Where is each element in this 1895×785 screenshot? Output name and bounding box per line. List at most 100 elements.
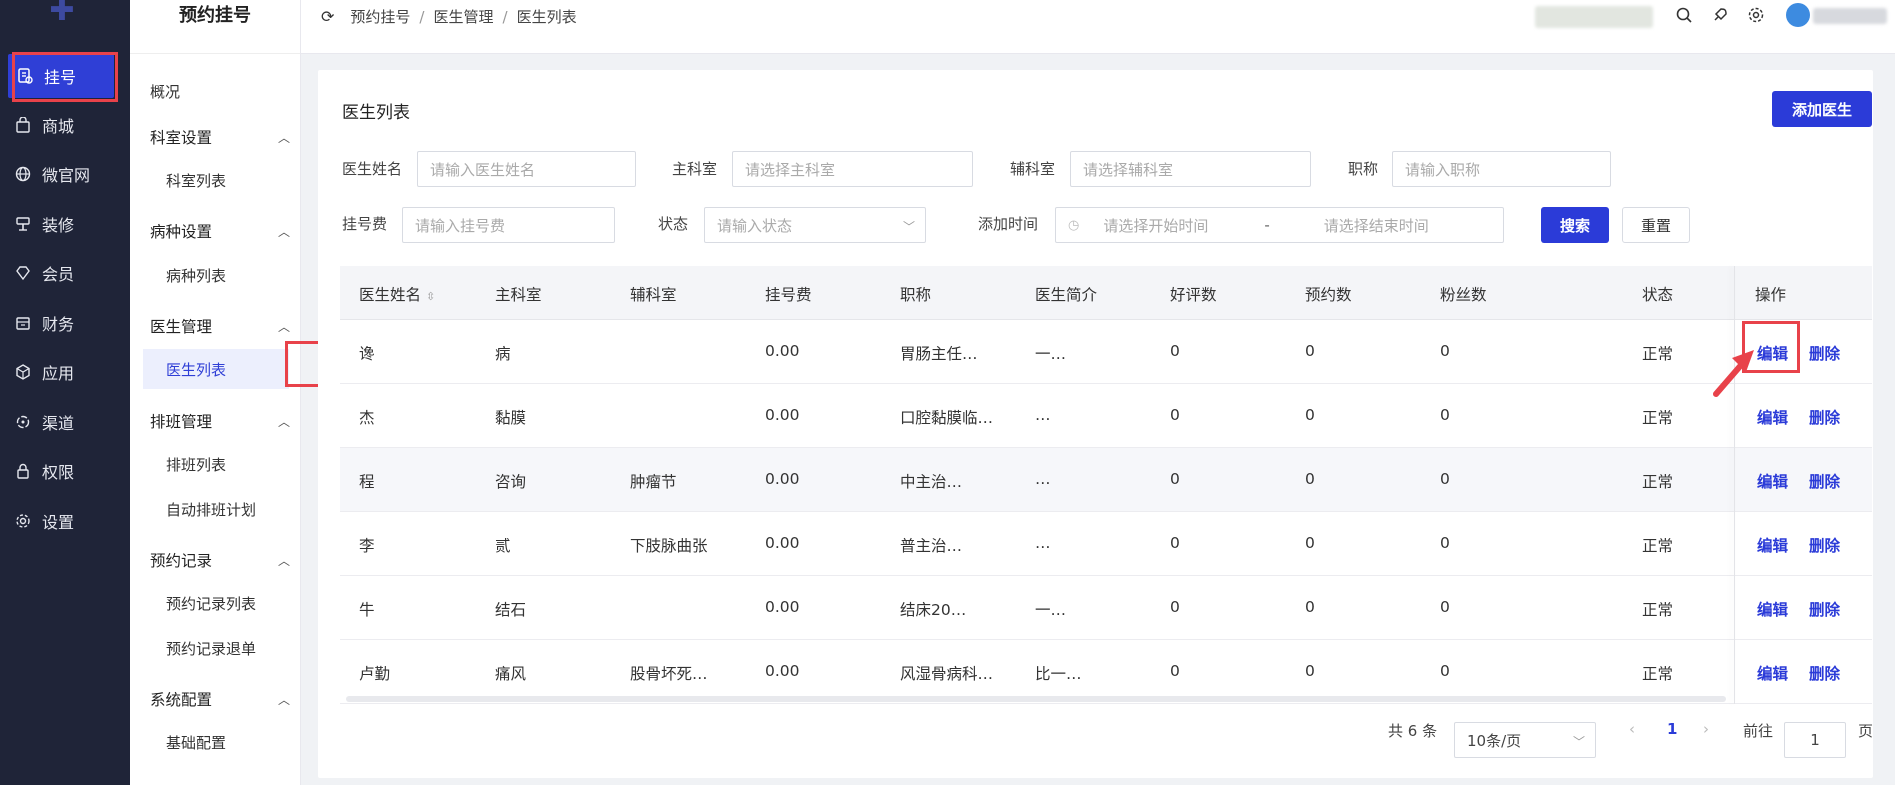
next-page-icon[interactable]: › — [1703, 720, 1709, 738]
search-icon[interactable] — [1675, 6, 1693, 29]
add-doctor-button[interactable]: 添加医生 — [1772, 91, 1872, 127]
delete-link[interactable]: 删除 — [1809, 406, 1840, 428]
status-select[interactable]: 请输入状态 ﹀ — [704, 207, 926, 243]
cell-title: 普主治… — [900, 537, 963, 555]
sidebar-item-basic-config[interactable]: 基础配置 — [166, 732, 226, 753]
cell-status: 正常 — [1642, 345, 1674, 363]
sidebar-title: 预约挂号 — [130, 0, 300, 54]
sidebar-item-auto-schedule[interactable]: 自动排班计划 — [166, 499, 256, 520]
edit-link[interactable]: 编辑 — [1757, 406, 1788, 428]
column-header: 状态 — [1642, 286, 1674, 304]
nav-item-member[interactable]: 会员 — [0, 251, 130, 295]
diamond-icon — [14, 264, 32, 282]
filter-label: 医生姓名 — [342, 160, 403, 178]
doctor-name-input[interactable]: 请输入医生姓名 — [417, 151, 636, 187]
nav-item-settings[interactable]: 设置 — [0, 499, 130, 543]
sidebar-group-doctor[interactable]: 医生管理 ︿ — [150, 315, 290, 337]
sidebar-item-dept-list[interactable]: 科室列表 — [166, 170, 226, 191]
nav-item-permission[interactable]: 权限 — [0, 449, 130, 493]
main-dept-select[interactable]: 请选择主科室 — [732, 151, 973, 187]
account-badge — [1535, 6, 1653, 28]
nav-item-label: 权限 — [42, 463, 75, 482]
date-range-picker[interactable]: ◷ 请选择开始时间 - 请选择结束时间 — [1055, 207, 1504, 243]
avatar[interactable] — [1786, 3, 1810, 27]
nav-item-finance[interactable]: 财务 — [0, 301, 130, 345]
delete-link[interactable]: 删除 — [1809, 534, 1840, 556]
nav-item-channel[interactable]: 渠道 — [0, 400, 130, 444]
cell-good: 0 — [1170, 342, 1180, 360]
search-button[interactable]: 搜索 — [1541, 207, 1609, 243]
cell-main-dept: 病 — [495, 345, 511, 363]
doctor-title-input[interactable]: 请输入职称 — [1392, 151, 1611, 187]
chevron-up-icon: ︿ — [277, 224, 290, 239]
cell-appt: 0 — [1305, 342, 1315, 360]
sidebar-group-disease[interactable]: 病种设置 ︿ — [150, 220, 290, 242]
rocket-icon[interactable] — [1711, 6, 1729, 29]
cell-status: 正常 — [1642, 537, 1674, 555]
nav-item-label: 设置 — [42, 513, 75, 532]
sidebar-item-record-list[interactable]: 预约记录列表 — [166, 593, 256, 614]
cell-intro: 比一… — [1035, 665, 1082, 683]
refresh-icon[interactable]: ⟳ — [321, 7, 334, 26]
sidebar-group-schedule[interactable]: 排班管理 ︿ — [150, 410, 290, 432]
sidebar-item-disease-list[interactable]: 病种列表 — [166, 265, 226, 286]
breadcrumb-item[interactable]: 医生管理 — [433, 6, 493, 27]
edit-link[interactable]: 编辑 — [1757, 662, 1788, 684]
delete-link[interactable]: 删除 — [1809, 598, 1840, 620]
group-label: 系统配置 — [150, 691, 213, 709]
table-header: 医生姓名 ⇳ 主科室 辅科室 挂号费 职称 医生简介 好评数 预约数 粉丝数 状… — [340, 266, 1872, 320]
table-row: 杰 黏膜 0.00 口腔黏膜临… … 0 0 0 正常 编辑 删除 — [340, 384, 1872, 448]
horizontal-scrollbar[interactable] — [346, 696, 1726, 702]
fee-input[interactable]: 请输入挂号费 — [402, 207, 615, 243]
edit-link[interactable]: 编辑 — [1757, 598, 1788, 620]
nav-item-mall[interactable]: 商城 — [0, 103, 130, 147]
sidebar-item-overview[interactable]: 概况 — [150, 81, 180, 102]
delete-link[interactable]: 删除 — [1809, 662, 1840, 684]
cell-good: 0 — [1170, 598, 1180, 616]
column-header: 辅科室 — [630, 286, 677, 304]
reset-button[interactable]: 重置 — [1622, 207, 1690, 243]
nav-item-decoration[interactable]: 装修 — [0, 202, 130, 246]
page-size-select[interactable]: 10条/页 ﹀ — [1454, 722, 1596, 758]
cell-fee: 0.00 — [765, 342, 800, 360]
sidebar-group-records[interactable]: 预约记录 ︿ — [150, 549, 290, 571]
sidebar-item-schedule-list[interactable]: 排班列表 — [166, 454, 226, 475]
sub-dept-select[interactable]: 请选择辅科室 — [1070, 151, 1311, 187]
breadcrumb-separator: / — [419, 7, 425, 26]
column-header: 操作 — [1755, 286, 1787, 304]
cell-fee: 0.00 — [765, 406, 800, 424]
sidebar-group-dept[interactable]: 科室设置 ︿ — [150, 126, 290, 148]
range-separator: - — [1264, 216, 1270, 234]
filter-label: 职称 — [1348, 160, 1379, 178]
chevron-down-icon: ﹀ — [902, 220, 915, 234]
column-header: 主科室 — [495, 286, 542, 304]
chevron-up-icon: ︿ — [277, 553, 290, 568]
edit-link[interactable]: 编辑 — [1757, 342, 1788, 364]
delete-link[interactable]: 删除 — [1809, 470, 1840, 492]
nav-item-microsite[interactable]: 微官网 — [0, 152, 130, 196]
filter-label: 辅科室 — [1010, 160, 1056, 178]
nav-item-label: 会员 — [42, 265, 75, 284]
gear-icon[interactable] — [1747, 6, 1765, 29]
nav-item-label: 商城 — [42, 117, 75, 136]
goto-label: 前往 — [1743, 722, 1774, 740]
edit-link[interactable]: 编辑 — [1757, 534, 1788, 556]
sidebar-item-doctor-list[interactable]: 医生列表 — [143, 349, 289, 389]
nav-item-registration[interactable]: 挂号 — [8, 54, 114, 98]
sidebar-item-record-refund[interactable]: 预约记录退单 — [166, 638, 256, 659]
edit-link[interactable]: 编辑 — [1757, 470, 1788, 492]
current-page[interactable]: 1 — [1667, 720, 1677, 738]
nav-item-apps[interactable]: 应用 — [0, 350, 130, 394]
sidebar-group-system[interactable]: 系统配置 ︿ — [150, 688, 290, 710]
column-header[interactable]: 医生姓名 ⇳ — [359, 283, 435, 305]
globe-icon — [14, 165, 32, 183]
goto-page-input[interactable]: 1 — [1784, 722, 1846, 758]
placeholder: 请输入状态 — [717, 216, 793, 235]
cell-main-dept: 黏膜 — [495, 409, 527, 427]
clock-icon: ◷ — [1068, 217, 1080, 233]
prev-page-icon[interactable]: ‹ — [1629, 720, 1635, 738]
column-header: 医生简介 — [1035, 286, 1098, 304]
delete-link[interactable]: 删除 — [1809, 342, 1840, 364]
breadcrumb-item[interactable]: 预约挂号 — [350, 6, 410, 27]
cell-status: 正常 — [1642, 665, 1674, 683]
